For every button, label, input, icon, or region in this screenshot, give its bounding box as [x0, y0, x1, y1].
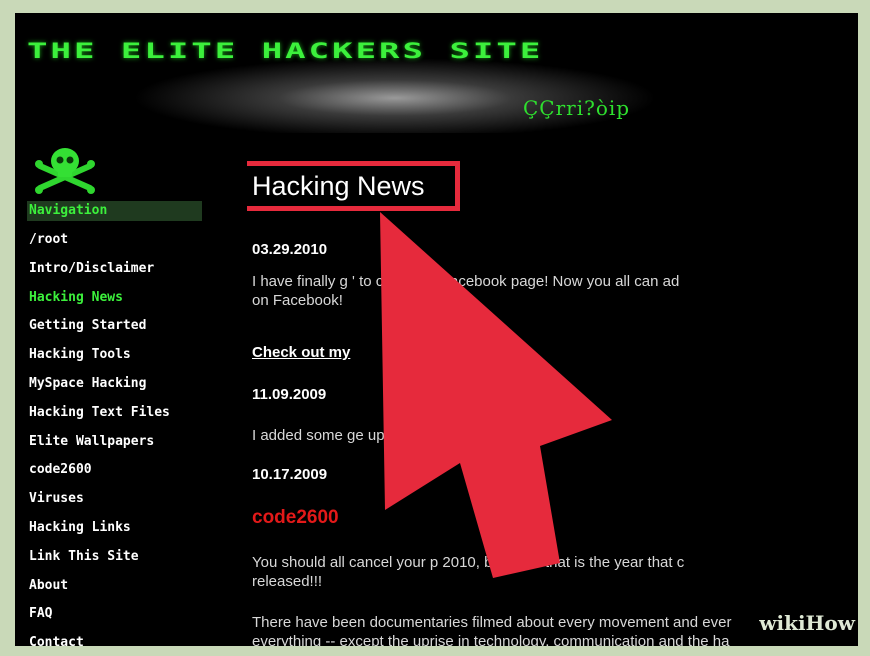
nav-header: Navigation	[27, 201, 202, 221]
site-banner: THE ELITE HACKERS SITE ÇÇrri?òip	[15, 13, 858, 133]
entry-text: I have finally g ' to creating a faceboo…	[252, 272, 858, 310]
browser-page: THE ELITE HACKERS SITE ÇÇrri?òip Navigat…	[15, 13, 858, 646]
nav-item-viruses[interactable]: Viruses	[29, 490, 170, 519]
site-subtitle: ÇÇrri?òip	[523, 96, 631, 120]
entry-text: You should all cancel your p 2010, becau…	[252, 553, 858, 591]
entry-date: 03.29.2010	[252, 241, 328, 258]
entry-date: 11.09.2009	[252, 386, 327, 403]
nav-item-faq[interactable]: FAQ	[29, 605, 170, 634]
highlight-box	[247, 161, 460, 211]
site-title: THE ELITE HACKERS SITE	[27, 39, 544, 64]
sidebar: Navigation /root Intro/Disclaimer Hackin…	[15, 138, 215, 646]
entry-text-line: You should all cancel your p 2010, becau…	[252, 554, 685, 571]
nav-item-hacking-tools[interactable]: Hacking Tools	[29, 346, 170, 375]
entry-text-line: released!!!	[252, 573, 323, 590]
nav-item-myspace-hacking[interactable]: MySpace Hacking	[29, 375, 170, 404]
entry-text: I added some ge up the look of your hack…	[252, 427, 541, 444]
nav-item-root[interactable]: /root	[29, 231, 170, 260]
entry-date: 10.17.2009	[252, 466, 328, 483]
entry-text-line: on Facebook!	[252, 292, 343, 309]
nav-item-getting-started[interactable]: Getting Started	[29, 317, 170, 346]
nav-item-intro-disclaimer[interactable]: Intro/Disclaimer	[29, 260, 170, 289]
nav-item-hacking-text-files[interactable]: Hacking Text Files	[29, 404, 170, 433]
code2600-link[interactable]: code2600	[252, 507, 339, 529]
wikihow-logo: wikiHow	[759, 611, 855, 635]
nav-item-link-this-site[interactable]: Link This Site	[29, 548, 170, 577]
nav-item-hacking-news[interactable]: Hacking News	[29, 289, 170, 318]
entry-text-line: I have finally g ' to creating a faceboo…	[252, 273, 680, 290]
nav-item-about[interactable]: About	[29, 577, 170, 606]
nav-item-hacking-links[interactable]: Hacking Links	[29, 519, 170, 548]
nav-item-contact[interactable]: Contact	[29, 634, 170, 646]
skull-crossbones-icon	[35, 148, 95, 194]
nav-item-code2600[interactable]: code2600	[29, 461, 170, 490]
nav-item-elite-wallpapers[interactable]: Elite Wallpapers	[29, 433, 170, 462]
nav-list: /root Intro/Disclaimer Hacking News Gett…	[29, 231, 170, 646]
main-content: Hacking News 03.29.2010 I have finally g…	[247, 153, 858, 646]
facebook-link[interactable]: Check out my	[252, 344, 350, 361]
